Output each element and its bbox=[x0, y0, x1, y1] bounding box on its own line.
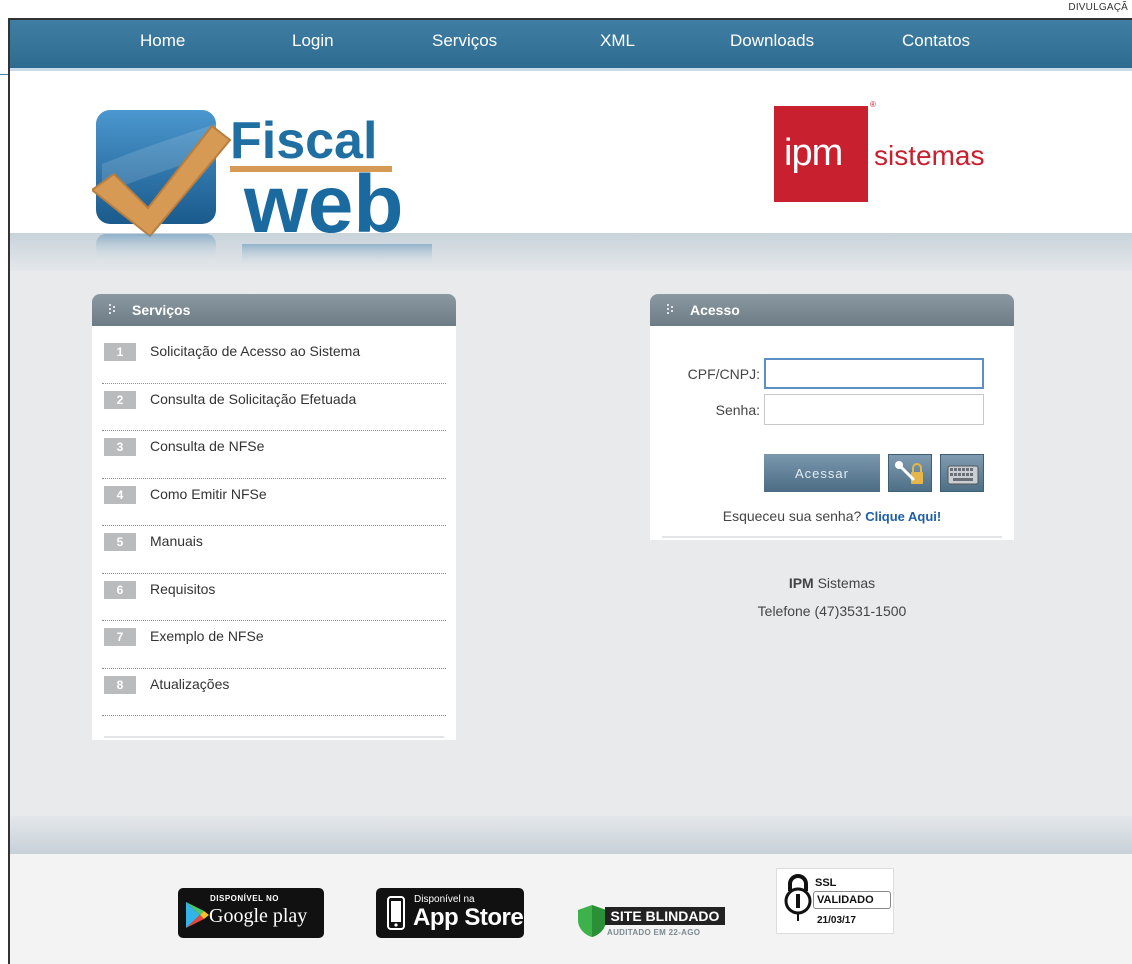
ssl-seal[interactable]: SSL VALIDADO 21/03/17 bbox=[776, 868, 894, 934]
item-label: Exemplo de NFSe bbox=[150, 628, 264, 644]
servico-item-7[interactable]: 7 Exemplo de NFSe bbox=[102, 621, 446, 669]
senha-label: Senha: bbox=[715, 402, 760, 418]
item-label: Requisitos bbox=[150, 580, 216, 597]
grip-icon bbox=[109, 304, 117, 316]
virtual-keyboard-button[interactable] bbox=[940, 454, 984, 492]
servicos-header: Serviços bbox=[92, 294, 456, 326]
app-store-big: App Store bbox=[413, 904, 524, 931]
google-play-icon bbox=[186, 902, 209, 928]
acesso-panel: Acesso CPF/CNPJ: Senha: Acessar Esqueceu… bbox=[650, 294, 1014, 540]
nav-contatos[interactable]: Contatos bbox=[902, 31, 970, 51]
key-lock-button[interactable] bbox=[888, 454, 932, 492]
acesso-title: Acesso bbox=[690, 302, 740, 318]
item-number: 6 bbox=[104, 580, 136, 599]
senha-input[interactable] bbox=[764, 394, 984, 425]
item-number: 5 bbox=[104, 533, 136, 551]
servicos-list: 1 Solicitação de Acesso ao Sistema 2 Consu… bbox=[102, 336, 446, 716]
footer-band bbox=[10, 816, 1132, 854]
padlock-icon bbox=[784, 874, 812, 921]
servico-item-8[interactable]: 8 Atualizações bbox=[102, 669, 446, 716]
acesso-header: Acesso bbox=[650, 294, 1014, 326]
panel-footer-line bbox=[104, 736, 444, 738]
item-label: Atualizações bbox=[150, 675, 230, 692]
forgot-password: Esqueceu sua senha? Clique Aqui! bbox=[650, 508, 1014, 524]
site-blindado-sub: AUDITADO EM 22-AGO bbox=[607, 928, 701, 937]
browser-frame: Home Login Serviços XML Downloads Contat… bbox=[8, 18, 1132, 964]
item-label: Solicitação de Acesso ao Sistema bbox=[150, 343, 361, 359]
ipm-red-square: ipm bbox=[774, 106, 868, 202]
grip-icon bbox=[667, 304, 675, 316]
ipm-sistemas-logo: ipm ® sistemas bbox=[774, 100, 1034, 206]
google-play-badge[interactable]: DISPONÍVEL NO Google play bbox=[178, 888, 324, 938]
company-name-bold: IPM bbox=[788, 575, 814, 591]
item-label: Consulta de NFSe bbox=[150, 438, 265, 454]
company-name-rest: Sistemas bbox=[813, 575, 876, 591]
registered-icon: ® bbox=[870, 100, 876, 109]
phone-icon bbox=[387, 896, 405, 930]
app-store-badge[interactable]: Disponível na App Store bbox=[376, 888, 524, 938]
item-number: 8 bbox=[104, 675, 136, 694]
forgot-text: Esqueceu sua senha? bbox=[722, 508, 862, 524]
cpf-label: CPF/CNPJ: bbox=[687, 366, 760, 382]
nav-home[interactable]: Home bbox=[140, 31, 185, 51]
item-number: 7 bbox=[104, 628, 136, 646]
servico-item-4[interactable]: 4 Como Emitir NFSe bbox=[102, 479, 446, 526]
top-nav: Home Login Serviços XML Downloads Contat… bbox=[10, 20, 1132, 68]
shield-icon bbox=[578, 905, 606, 937]
nav-downloads[interactable]: Downloads bbox=[730, 31, 814, 51]
servico-item-2[interactable]: 2 Consulta de Solicitação Efetuada bbox=[102, 384, 446, 431]
servicos-title: Serviços bbox=[132, 302, 191, 318]
ssl-text: SSL bbox=[815, 877, 837, 889]
fiscal-web-logo: Fiscal web bbox=[92, 110, 432, 266]
ssl-validado-text: VALIDADO bbox=[813, 891, 891, 909]
nav-servicos[interactable]: Serviços bbox=[432, 31, 497, 51]
item-label: Como Emitir NFSe bbox=[150, 485, 267, 502]
company-info: IPM Sistemas Telefone (47)3531-1500 bbox=[650, 572, 1014, 628]
servico-item-3[interactable]: 3 Consulta de NFSe bbox=[102, 431, 446, 479]
cpf-input[interactable] bbox=[764, 358, 984, 389]
nav-xml[interactable]: XML bbox=[600, 31, 635, 51]
servicos-panel: Serviços 1 Solicitação de Acesso ao Siste… bbox=[92, 294, 456, 740]
ipm-wordmark: sistemas bbox=[874, 140, 985, 171]
item-number: 3 bbox=[104, 438, 136, 456]
site-blindado-seal[interactable]: SITE BLINDADO AUDITADO EM 22-AGO bbox=[577, 902, 727, 944]
key-lock-icon bbox=[895, 461, 923, 484]
ssl-date: 21/03/17 bbox=[817, 915, 856, 926]
item-number: 2 bbox=[104, 390, 136, 409]
ipm-mark: ipm bbox=[784, 132, 843, 174]
google-play-big: Google play bbox=[209, 905, 308, 927]
company-phone: Telefone (47)3531-1500 bbox=[757, 603, 907, 619]
item-number: 1 bbox=[104, 343, 136, 361]
forgot-link[interactable]: Clique Aqui! bbox=[865, 509, 941, 524]
edge-line bbox=[0, 74, 8, 75]
servico-item-5[interactable]: 5 Manuais bbox=[102, 526, 446, 574]
servico-item-1[interactable]: 1 Solicitação de Acesso ao Sistema bbox=[102, 336, 446, 384]
acessar-button[interactable]: Acessar bbox=[764, 454, 880, 492]
photo-credit: DIVULGAÇÃ bbox=[1068, 2, 1128, 13]
item-label: Consulta de Solicitação Efetuada bbox=[150, 390, 357, 407]
servico-item-6[interactable]: 6 Requisitos bbox=[102, 574, 446, 621]
item-label: Manuais bbox=[150, 533, 203, 549]
nav-login[interactable]: Login bbox=[292, 31, 334, 51]
keyboard-icon bbox=[947, 465, 979, 485]
site-blindado-text: SITE BLINDADO bbox=[605, 907, 725, 925]
item-number: 4 bbox=[104, 485, 136, 504]
web-text: web bbox=[243, 159, 403, 250]
panel-footer-line bbox=[662, 536, 1002, 538]
google-play-small: DISPONÍVEL NO bbox=[210, 894, 280, 903]
